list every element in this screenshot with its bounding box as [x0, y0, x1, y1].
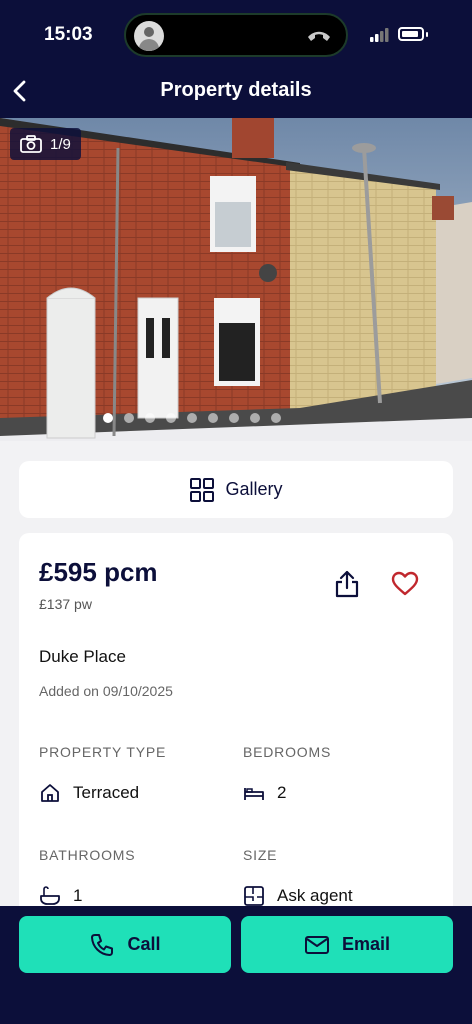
- carousel-dot[interactable]: [208, 413, 218, 423]
- spec-bathrooms: BATHROOMS 1: [39, 847, 135, 907]
- email-button[interactable]: Email: [241, 916, 453, 973]
- carousel-dot[interactable]: [124, 413, 134, 423]
- spec-property-type: PROPERTY TYPE Terraced: [39, 744, 166, 804]
- spec-label: BATHROOMS: [39, 847, 136, 863]
- spec-value: Terraced: [73, 783, 140, 802]
- call-button[interactable]: Call: [19, 916, 231, 973]
- spec-size: SIZE Ask agent: [243, 847, 353, 907]
- spec-value: 1: [73, 886, 83, 905]
- floorplan-icon: [244, 886, 264, 906]
- cellular-signal-icon: [370, 28, 389, 42]
- nav-bar: Property details: [0, 66, 472, 118]
- end-call-icon: [308, 31, 330, 41]
- page-title: Property details: [160, 79, 312, 101]
- carousel-dot[interactable]: [103, 413, 113, 423]
- call-label: Call: [127, 934, 161, 954]
- gallery-button[interactable]: Gallery: [19, 461, 453, 518]
- added-date: Added on 09/10/2025: [39, 683, 173, 699]
- property-details-card: £595 pcm £137 pw Duke Place Added on 09/…: [19, 533, 453, 933]
- caller-avatar: [134, 21, 164, 51]
- property-photo: [0, 118, 472, 441]
- spec-value: Ask agent: [277, 886, 353, 905]
- phone-icon: [91, 933, 114, 956]
- spec-value: 2: [277, 783, 287, 802]
- carousel-dot[interactable]: [229, 413, 239, 423]
- carousel-dot[interactable]: [187, 413, 197, 423]
- gallery-label: Gallery: [225, 479, 283, 499]
- carousel-dot[interactable]: [250, 413, 260, 423]
- email-label: Email: [341, 934, 391, 954]
- bath-icon: [40, 886, 60, 905]
- status-bar: 15:03: [0, 0, 472, 66]
- photo-counter: 1/9: [10, 128, 81, 160]
- property-address: Duke Place: [39, 647, 126, 666]
- spec-bedrooms: BEDROOMS 2: [243, 744, 331, 804]
- carousel-dots: [0, 413, 472, 423]
- property-photo-carousel[interactable]: 1/9: [0, 118, 472, 441]
- battery-icon: [398, 27, 424, 41]
- carousel-dot[interactable]: [166, 413, 176, 423]
- carousel-dot[interactable]: [145, 413, 155, 423]
- grid-icon: [190, 477, 215, 502]
- share-icon[interactable]: [333, 569, 361, 599]
- camera-icon: [20, 135, 42, 153]
- dynamic-island[interactable]: [124, 13, 348, 57]
- spec-label: BEDROOMS: [243, 744, 332, 760]
- bed-icon: [244, 788, 264, 800]
- envelope-icon: [304, 935, 329, 954]
- monthly-price: £595 pcm: [39, 557, 158, 587]
- house-icon: [41, 784, 59, 802]
- weekly-price: £137 pw: [39, 596, 92, 612]
- spec-label: PROPERTY TYPE: [39, 744, 167, 760]
- status-time: 15:03: [44, 24, 93, 45]
- favourite-heart-icon[interactable]: [391, 571, 419, 597]
- spec-label: SIZE: [243, 847, 278, 863]
- contact-action-bar: Call Email: [0, 906, 472, 1024]
- carousel-dot[interactable]: [271, 413, 281, 423]
- photo-counter-text: 1/9: [50, 135, 71, 153]
